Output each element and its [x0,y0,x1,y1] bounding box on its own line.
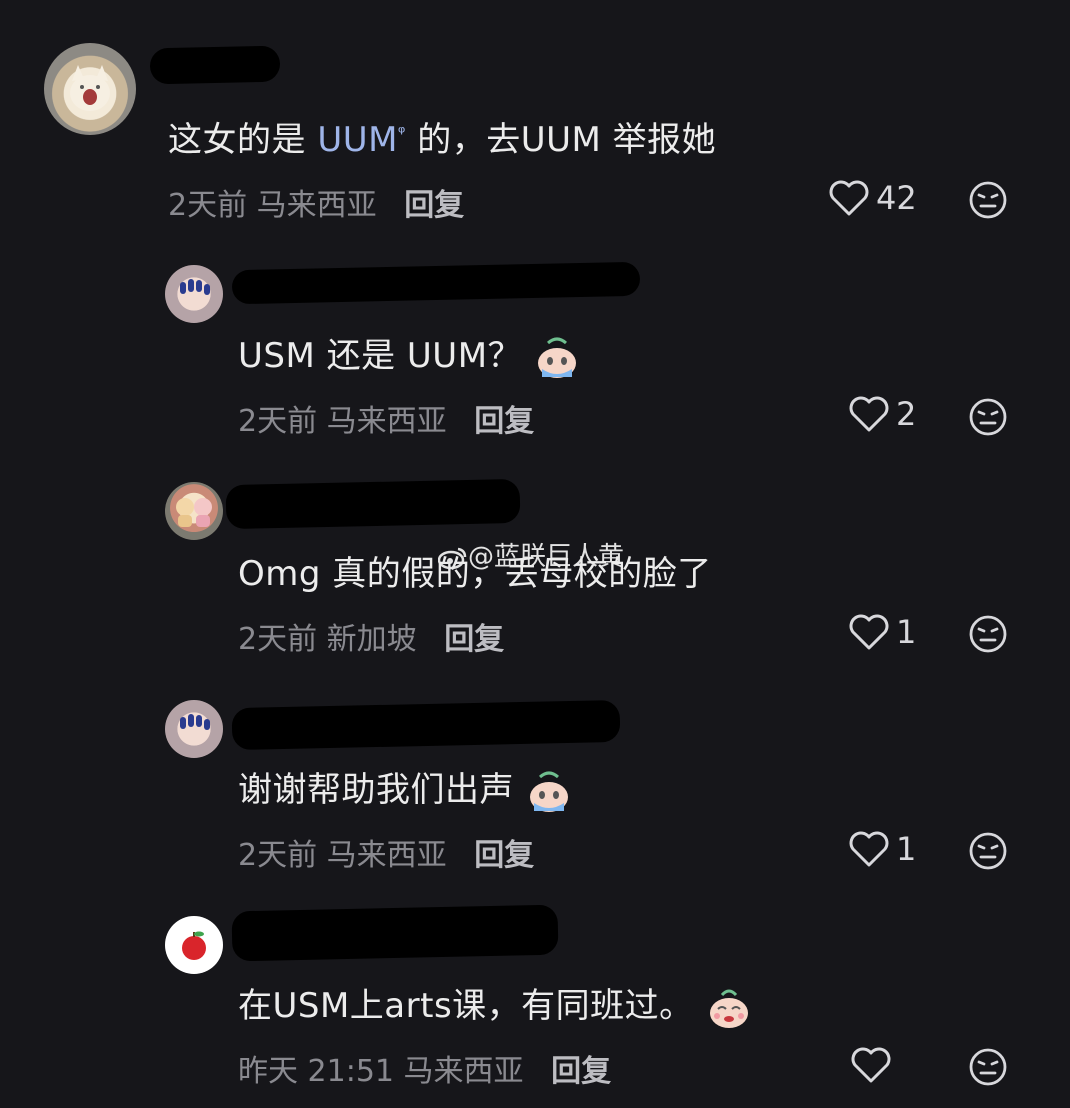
nails-avatar-icon [180,714,210,730]
comment-meta: 2天前 马来西亚 回复 [238,396,534,440]
heart-icon [849,396,889,432]
heart-icon [849,614,889,650]
like-button[interactable]: 42 [828,178,917,218]
avatar[interactable] [44,43,136,135]
smiling-sticker-icon [709,989,748,1028]
nails-avatar-icon [180,279,210,295]
like-count: 1 [896,830,917,868]
timestamp: 2天前 [238,404,318,439]
comment-text: Omg 真的假的，丢母校的脸了 [238,554,712,594]
search-link[interactable]: UUMᵠ [317,120,406,160]
like-count: 42 [876,179,917,217]
avatar[interactable] [165,916,223,974]
neutral-face-icon [969,181,1007,219]
comment-text: 谢谢帮助我们出声 [238,762,572,815]
emoji-reaction-button[interactable] [968,831,1008,875]
like-button[interactable]: 2 [848,394,916,434]
comment-text: 这女的是 UUMᵠ 的，去UUM 举报她 [168,120,717,160]
neutral-face-icon [969,832,1007,870]
avatar[interactable] [165,482,223,540]
redacted-username [231,699,621,751]
emoji-reaction-button[interactable] [968,614,1008,658]
neutral-face-icon [969,615,1007,653]
like-count: 2 [896,395,917,433]
emoji-reaction-button[interactable] [968,397,1008,441]
search-icon: ᵠ [397,122,406,144]
redacted-username [149,45,281,85]
like-count: 1 [896,613,917,651]
timestamp: 2天前 [168,188,248,223]
like-button[interactable]: 1 [848,829,916,869]
heart-icon [849,831,889,867]
comment-text: USM 还是 UUM？ [238,328,580,381]
emoji-reaction-button[interactable] [968,180,1008,224]
comment-item: 这女的是 UUMᵠ 的，去UUM 举报她 2天前 马来西亚 回复 42 [0,0,1070,240]
location: 马来西亚 [256,188,377,223]
location: 新加坡 [326,622,417,657]
reply-item: 在USM上arts课，有同班过。 昨天 21:51 马来西亚 回复 [0,896,1070,1108]
location: 马来西亚 [326,838,447,873]
comment-text: 在USM上arts课，有同班过。 [238,978,752,1031]
timestamp: 2天前 [238,622,318,657]
reply-item: 谢谢帮助我们出声 2天前 马来西亚 回复 1 [0,678,1070,896]
crying-sticker-icon [538,337,577,378]
reply-button[interactable]: 回复 [444,622,504,657]
crying-sticker-icon [530,771,568,812]
emoji-reaction-button[interactable] [968,1047,1008,1091]
reply-item: Omg 真的假的，丢母校的脸了 2天前 新加坡 回复 1 [0,460,1070,678]
reply-item: USM 还是 UUM？ 2天前 马来西亚 回复 2 [0,240,1070,460]
comment-meta: 2天前 马来西亚 回复 [168,180,464,224]
redacted-username [231,904,559,962]
comment-meta: 昨天 21:51 马来西亚 回复 [238,1046,611,1090]
location: 马来西亚 [326,404,447,439]
reply-button[interactable]: 回复 [474,838,534,873]
dolls-avatar-icon [176,498,212,527]
heart-icon [829,180,869,216]
reply-button[interactable]: 回复 [404,188,464,223]
redacted-username [231,261,641,305]
neutral-face-icon [969,1048,1007,1086]
comment-meta: 2天前 新加坡 回复 [238,614,504,658]
like-button[interactable]: 1 [848,612,916,652]
apple-avatar-icon [182,931,206,960]
location: 马来西亚 [403,1054,524,1089]
neutral-face-icon [969,398,1007,436]
avatar[interactable] [165,700,223,758]
redacted-username [225,478,521,530]
comment-meta: 2天前 马来西亚 回复 [238,830,534,874]
cat-avatar-icon [70,65,110,111]
reply-button[interactable]: 回复 [474,404,534,439]
timestamp: 2天前 [238,838,318,873]
avatar[interactable] [165,265,223,323]
reply-button[interactable]: 回复 [551,1054,611,1089]
heart-icon [851,1047,891,1083]
like-button[interactable] [850,1045,898,1085]
timestamp: 昨天 21:51 [238,1054,394,1089]
